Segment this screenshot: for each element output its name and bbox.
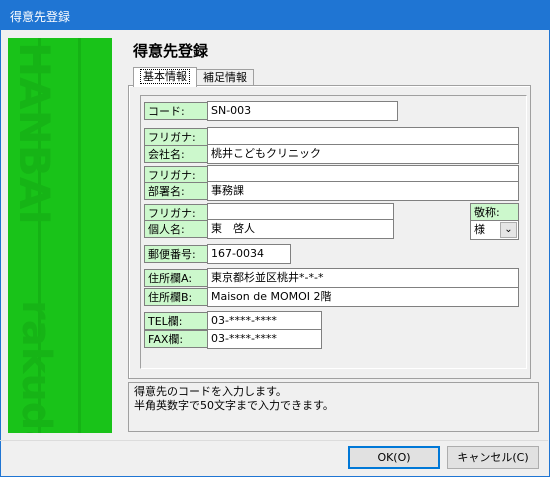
fax-input[interactable]: 03-****-**** [207,329,322,349]
address-a-input[interactable]: 東京都杉並区桃井*-*-* [207,268,519,288]
title-bar[interactable]: 得意先登録 [0,0,550,30]
code-label: コード: [144,102,208,120]
code-input[interactable]: SN-003 [207,101,398,121]
tab-label: 基本情報 [140,69,190,84]
address-b-input[interactable]: Maison de MOMOI 2階 [207,287,519,307]
dept-name-input[interactable]: 事務課 [207,181,519,201]
honorific-select[interactable]: 様 ⌄ [470,220,519,240]
page-title: 得意先登録 [133,42,209,60]
fax-label: FAX欄: [144,330,208,348]
banner-word-bottom: rakuda [13,300,59,433]
postal-label: 郵便番号: [144,245,208,263]
person-name-label: 個人名: [144,220,208,238]
person-name-input[interactable]: 東 啓人 [207,219,394,239]
company-name-label: 会社名: [144,145,208,163]
banner-band [78,38,81,433]
company-kana-label: フリガナ: [144,128,208,146]
company-name-input[interactable]: 桃井こどもクリニック [207,144,519,164]
help-text-box: 得意先のコードを入力します。 半角英数字で50文字まで入力できます。 [128,382,539,432]
honorific-value: 様 [474,223,485,236]
help-line-1: 得意先のコードを入力します。 [134,385,287,398]
honorific-label: 敬称: [470,203,519,221]
divider [0,440,548,441]
cancel-button[interactable]: キャンセル(C) [447,446,539,469]
tel-input[interactable]: 03-****-**** [207,311,322,331]
address-b-label: 住所欄B: [144,288,208,306]
tab-basic-info[interactable]: 基本情報 [133,67,197,87]
chevron-down-icon[interactable]: ⌄ [500,222,517,238]
window-title: 得意先登録 [10,10,71,24]
dept-name-label: 部署名: [144,182,208,200]
side-banner: HANBAI rakuda [8,38,112,433]
banner-word-top: HANBAI [10,42,59,225]
ok-button[interactable]: OK(O) [348,446,440,469]
tab-extra-info[interactable]: 補足情報 [196,69,254,86]
tab-label: 補足情報 [203,71,247,84]
tel-label: TEL欄: [144,312,208,330]
help-line-2: 半角英数字で50文字まで入力できます。 [134,399,334,412]
postal-input[interactable]: 167-0034 [207,244,291,264]
address-a-label: 住所欄A: [144,269,208,287]
